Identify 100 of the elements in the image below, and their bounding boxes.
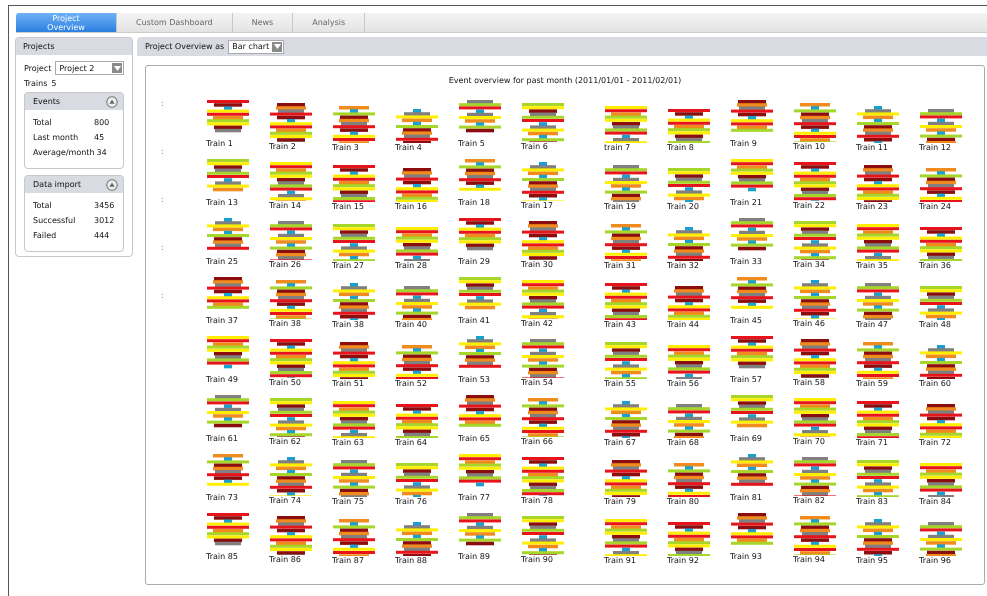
train-label[interactable]: Train 82 — [793, 496, 825, 505]
train-label[interactable]: Train 11 — [856, 143, 888, 152]
train-label[interactable]: Train 5 — [458, 139, 485, 148]
train-label[interactable]: Train 59 — [856, 379, 888, 388]
train-label[interactable]: Train 70 — [793, 437, 825, 446]
train-label[interactable]: Train 75 — [332, 497, 364, 506]
train-label[interactable]: Train 95 — [856, 556, 888, 565]
train-label[interactable]: Train 77 — [458, 493, 490, 502]
train-label[interactable]: Train 21 — [730, 198, 762, 207]
tab[interactable]: News — [232, 13, 294, 32]
train-label[interactable]: Train 18 — [458, 198, 490, 207]
project-dropdown[interactable]: Project 2 — [55, 61, 124, 75]
train-label[interactable]: Train 12 — [919, 143, 951, 152]
train-label[interactable]: Train 51 — [332, 379, 364, 388]
train-label[interactable]: Train 8 — [667, 143, 694, 152]
train-label[interactable]: Train 41 — [458, 316, 490, 325]
train-label[interactable]: Train 16 — [395, 202, 427, 211]
train-label[interactable]: Train 38 — [332, 320, 364, 329]
train-label[interactable]: Train 35 — [856, 261, 888, 270]
train-label[interactable]: Train 23 — [856, 202, 888, 211]
train-label[interactable]: Train 96 — [919, 556, 951, 565]
train-label[interactable]: Train 44 — [667, 320, 699, 329]
train-label[interactable]: Train 26 — [269, 260, 301, 269]
train-label[interactable]: Train 9 — [730, 139, 757, 148]
train-label[interactable]: Train 85 — [206, 552, 238, 561]
train-label[interactable]: Train 84 — [919, 497, 951, 506]
train-label[interactable]: Train 2 — [269, 142, 296, 151]
train-label[interactable]: Train 72 — [919, 438, 951, 447]
train-label[interactable]: Train 62 — [269, 437, 301, 446]
train-label[interactable]: Train 53 — [458, 375, 490, 384]
tab[interactable]: Project Overview — [16, 13, 117, 32]
tab[interactable]: Analysis — [293, 13, 366, 32]
train-label[interactable]: Train 93 — [730, 552, 762, 561]
train-label[interactable]: Train 66 — [521, 437, 553, 446]
train-label[interactable]: Train 17 — [521, 201, 553, 210]
train-label[interactable]: Train 65 — [458, 434, 490, 443]
train-label[interactable]: Train 63 — [332, 438, 364, 447]
train-label[interactable]: Train 64 — [395, 438, 427, 447]
train-label[interactable]: Train 94 — [793, 555, 825, 564]
train-label[interactable]: Train 89 — [458, 552, 490, 561]
train-label[interactable]: Train 90 — [521, 555, 553, 564]
train-label[interactable]: Train 37 — [206, 316, 238, 325]
train-label[interactable]: Train 78 — [521, 496, 553, 505]
train-label[interactable]: Train 6 — [521, 142, 548, 151]
train-label[interactable]: Train 42 — [521, 319, 553, 328]
train-label[interactable]: Train 30 — [521, 260, 553, 269]
train-label[interactable]: Train 27 — [332, 261, 364, 270]
train-label[interactable]: Train 79 — [604, 497, 636, 506]
train-label[interactable]: Train 56 — [667, 379, 699, 388]
train-label[interactable]: Train 47 — [856, 320, 888, 329]
train-label[interactable]: Train 43 — [604, 320, 636, 329]
tab[interactable]: Custom Dashboard — [117, 13, 233, 32]
train-label[interactable]: Train 54 — [521, 378, 553, 387]
train-label[interactable]: Train 19 — [604, 202, 636, 211]
train-label[interactable]: Train 60 — [919, 379, 951, 388]
train-label[interactable]: Train 67 — [604, 438, 636, 447]
train-label[interactable]: Train 45 — [730, 316, 762, 325]
train-label[interactable]: Train 1 — [206, 139, 233, 148]
train-label[interactable]: Train 71 — [856, 438, 888, 447]
train-label[interactable]: Train 69 — [730, 434, 762, 443]
train-label[interactable]: Train 32 — [667, 261, 699, 270]
train-label[interactable]: Train 15 — [332, 202, 364, 211]
train-label[interactable]: Train 48 — [919, 320, 951, 329]
train-label[interactable]: Train 28 — [395, 261, 427, 270]
train-label[interactable]: Train 22 — [793, 201, 825, 210]
train-label[interactable]: Train 13 — [206, 198, 238, 207]
train-label[interactable]: Train 34 — [793, 260, 825, 269]
train-label[interactable]: Train 4 — [395, 143, 422, 152]
train-label[interactable]: Train 68 — [667, 438, 699, 447]
train-label[interactable]: Train 57 — [730, 375, 762, 384]
train-label[interactable]: Train 61 — [206, 434, 238, 443]
train-label[interactable]: Train 87 — [332, 556, 364, 565]
train-label[interactable]: Train 46 — [793, 319, 825, 328]
train-label[interactable]: Train 24 — [919, 202, 951, 211]
train-label[interactable]: Train 38 — [269, 319, 301, 328]
train-label[interactable]: Train 86 — [269, 555, 301, 564]
train-label[interactable]: Train 58 — [793, 378, 825, 387]
train-label[interactable]: Train 76 — [395, 497, 427, 506]
train-label[interactable]: Train 40 — [395, 320, 427, 329]
train-label[interactable]: Train 88 — [395, 556, 427, 565]
train-label[interactable]: Train 92 — [667, 556, 699, 565]
train-label[interactable]: Train 52 — [395, 379, 427, 388]
train-label[interactable]: Train 74 — [269, 496, 301, 505]
train-label[interactable]: Train 73 — [206, 493, 238, 502]
collapse-icon[interactable] — [106, 178, 118, 190]
train-label[interactable]: Train 50 — [269, 378, 301, 387]
train-label[interactable]: Train 49 — [206, 375, 238, 384]
train-label[interactable]: Train 25 — [206, 257, 238, 266]
train-label[interactable]: Train 31 — [604, 261, 636, 270]
train-label[interactable]: Train 14 — [269, 201, 301, 210]
collapse-icon[interactable] — [106, 96, 118, 108]
train-label[interactable]: Train 55 — [604, 379, 636, 388]
train-label[interactable]: Train 80 — [667, 497, 699, 506]
view-dropdown[interactable]: Bar chart — [228, 40, 284, 54]
train-label[interactable]: Train 83 — [856, 497, 888, 506]
train-label[interactable]: Train 36 — [919, 261, 951, 270]
train-label[interactable]: Train 33 — [730, 257, 762, 266]
train-label[interactable]: Train 29 — [458, 257, 490, 266]
train-label[interactable]: Train 81 — [730, 493, 762, 502]
train-label[interactable]: Train 3 — [332, 143, 359, 152]
